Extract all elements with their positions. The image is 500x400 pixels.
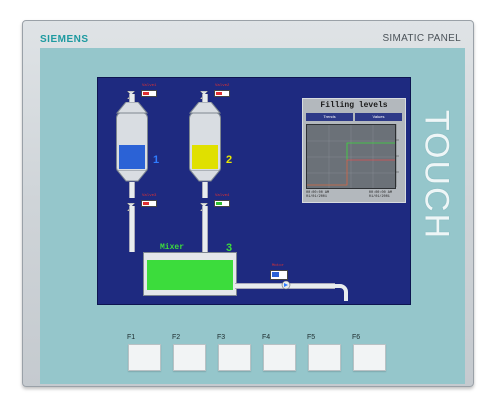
f1-key[interactable]: F1 — [127, 334, 161, 371]
pipe — [129, 182, 135, 198]
trend-plot[interactable] — [306, 124, 396, 189]
tank-1-top — [116, 102, 148, 114]
outlet-elbow — [332, 284, 348, 301]
valve1-icon[interactable] — [126, 86, 136, 100]
f5-key[interactable]: F5 — [307, 334, 341, 371]
function-key-row: F1 F2 F3 F4 F5 F6 — [127, 334, 399, 376]
pipe — [202, 94, 208, 102]
f6-key[interactable]: F6 — [352, 334, 386, 371]
tank-2-bottom — [189, 170, 221, 182]
touch-label: TOUCH — [417, 109, 456, 241]
tab-values[interactable]: Values — [355, 113, 402, 121]
trend-y-axis — [395, 124, 403, 187]
brand-logo: SIEMENS — [40, 34, 89, 45]
model-label: SIMATIC PANEL — [382, 33, 461, 44]
trend-tabs: Trends Values — [306, 113, 402, 121]
mixer-tank[interactable] — [143, 252, 237, 296]
tank-2[interactable] — [189, 112, 221, 172]
valve2-indicator[interactable] — [214, 90, 230, 97]
mixer-level — [147, 260, 233, 290]
trend-time-end: 00:00:00 AM 01/01/2001 — [368, 191, 392, 199]
trend-footer: 00:00:00 AM 01/01/2001 00:00:00 AM 01/01… — [306, 191, 402, 200]
trend-panel: Filling levels Trends Values 00:00:00 AM… — [302, 98, 406, 203]
tank-1-bottom — [116, 170, 148, 182]
pipe — [129, 94, 135, 102]
pipe — [129, 206, 135, 252]
tank-1-number: 1 — [153, 154, 160, 166]
tank-2-number: 2 — [226, 154, 233, 166]
pump-icon[interactable] — [280, 278, 292, 290]
f2-key[interactable]: F2 — [172, 334, 206, 371]
valve3-icon[interactable] — [126, 198, 136, 212]
motor-label: Motor — [272, 264, 285, 268]
valve3-indicator[interactable] — [141, 200, 157, 207]
tab-trends[interactable]: Trends — [306, 113, 353, 121]
pipe — [202, 182, 208, 198]
trend-title: Filling levels — [320, 101, 388, 110]
tank-1[interactable] — [116, 112, 148, 172]
hmi-screen[interactable]: Valve1 1 Valve3 Valve2 2 Valve4 Mixer 3 … — [97, 77, 411, 305]
mixer-label: Mixer — [160, 243, 185, 252]
valve4-label: Valve4 — [215, 194, 230, 198]
tank-2-level — [192, 144, 218, 169]
valve4-icon[interactable] — [199, 198, 209, 212]
f3-key[interactable]: F3 — [217, 334, 251, 371]
trend-time-start: 00:00:00 AM 01/01/2001 — [306, 191, 330, 199]
hmi-device: SIEMENS SIMATIC PANEL TOUCH Valve1 1 Val… — [22, 20, 474, 387]
pipe — [202, 206, 208, 252]
valve3-label: Valve3 — [142, 194, 157, 198]
valve2-label: Valve2 — [215, 84, 230, 88]
valve1-indicator[interactable] — [141, 90, 157, 97]
tank-1-level — [119, 144, 145, 169]
tank-2-top — [189, 102, 221, 114]
valve1-label: Valve1 — [142, 84, 157, 88]
valve4-indicator[interactable] — [214, 200, 230, 207]
f4-key[interactable]: F4 — [262, 334, 296, 371]
valve2-icon[interactable] — [199, 86, 209, 100]
